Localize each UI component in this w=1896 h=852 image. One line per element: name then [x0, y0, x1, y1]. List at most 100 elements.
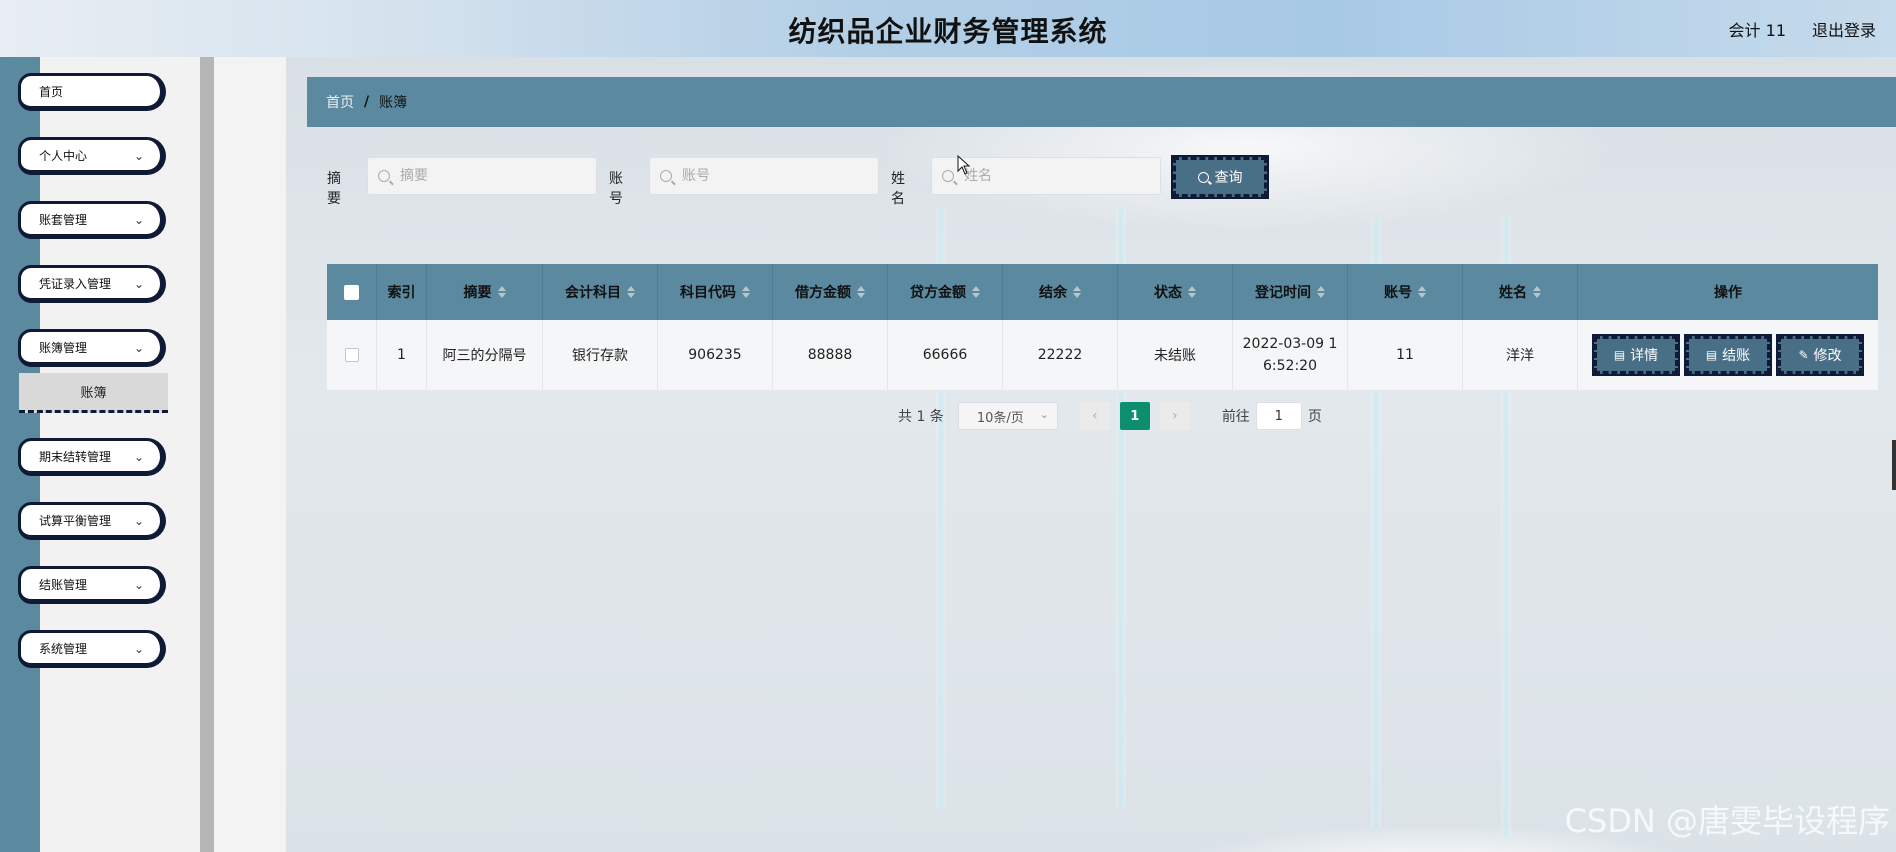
summary-input[interactable]: [398, 167, 572, 185]
column-header-credit[interactable]: 贷方金额: [888, 264, 1003, 320]
page-size-select[interactable]: 10条/页 ⌄: [957, 402, 1058, 430]
chevron-down-icon: ⌄: [133, 514, 144, 528]
sidebar-subitem-label: 账簿: [80, 386, 107, 401]
chevron-down-icon: ⌄: [133, 277, 144, 291]
sidebar-item-personal-center[interactable]: 个人中心 ⌄: [18, 137, 166, 175]
column-label: 科目代码: [680, 285, 736, 301]
cell-account: 11: [1348, 320, 1463, 390]
chevron-up-icon: ⌄: [133, 341, 144, 355]
cell-summary: 阿三的分隔号: [427, 320, 543, 390]
column-header-status[interactable]: 状态: [1118, 264, 1233, 320]
cell-time: 2022-03-09 1 6:52:20: [1233, 320, 1348, 390]
column-header-subject-code[interactable]: 科目代码: [658, 264, 773, 320]
table-row: 1 阿三的分隔号 银行存款 906235 88888 66666 22222 未…: [327, 320, 1878, 391]
sort-icon[interactable]: [1418, 286, 1426, 298]
next-page-button[interactable]: ›: [1159, 402, 1190, 430]
select-all-checkbox[interactable]: [344, 284, 359, 300]
sort-icon[interactable]: [497, 286, 506, 298]
column-header-account[interactable]: 账号: [1348, 264, 1463, 320]
goto-label: 前往: [1221, 409, 1250, 425]
cell-status: 未结账: [1118, 320, 1233, 390]
search-icon: [942, 170, 954, 182]
sidebar-subitem-ledger[interactable]: 账簿: [19, 373, 168, 413]
chevron-left-icon: ‹: [1092, 408, 1098, 424]
column-label: 会计科目: [565, 285, 621, 301]
pagination: 共 1 条 10条/页 ⌄ ‹ 1 › 前往 1 页: [898, 401, 1322, 431]
prev-page-button[interactable]: ‹: [1079, 402, 1110, 430]
table-header: 索引 摘要 会计科目 科目代码 借方金额 贷方金额 结余 状态 登记时间 账号 …: [327, 264, 1878, 320]
column-label: 账号: [1384, 285, 1412, 301]
edit-button[interactable]: ✎ 修改: [1776, 334, 1864, 376]
sidebar-item-system[interactable]: 系统管理 ⌄: [18, 630, 166, 668]
sidebar-item-period-end-transfer[interactable]: 期末结转管理 ⌄: [18, 438, 166, 476]
watermark: CSDN @唐雯毕设程序: [1564, 802, 1890, 840]
breadcrumb-home[interactable]: 首页: [326, 92, 354, 112]
sidebar-gutter: [214, 57, 286, 852]
sort-icon[interactable]: [627, 286, 635, 298]
breadcrumb: 首页 / 账簿: [307, 77, 1896, 127]
sidebar-item-label: 账套管理: [39, 212, 88, 227]
settle-button-label: 结账: [1722, 348, 1751, 364]
column-label: 索引: [387, 285, 416, 301]
chevron-down-icon: ⌄: [133, 213, 144, 227]
column-label: 操作: [1714, 285, 1742, 301]
column-label: 登记时间: [1255, 285, 1311, 301]
name-input[interactable]: [962, 167, 1136, 185]
page-number-current[interactable]: 1: [1119, 402, 1150, 430]
sidebar-item-label: 试算平衡管理: [39, 513, 112, 528]
cell-subject-code: 906235: [658, 320, 773, 390]
search-icon: [1197, 171, 1209, 183]
sidebar-item-label: 凭证录入管理: [39, 276, 112, 291]
sort-icon[interactable]: [1317, 286, 1325, 298]
sort-icon[interactable]: [972, 286, 980, 298]
account-input[interactable]: [680, 167, 854, 185]
cell-balance: 22222: [1003, 320, 1118, 390]
name-label: 姓名: [891, 171, 905, 207]
sort-icon[interactable]: [1073, 286, 1081, 298]
sort-icon[interactable]: [1533, 286, 1541, 298]
column-header-balance[interactable]: 结余: [1003, 264, 1118, 320]
sidebar-item-closing[interactable]: 结账管理 ⌄: [18, 566, 166, 604]
column-header-actions: 操作: [1578, 264, 1878, 320]
settle-button[interactable]: ▤ 结账: [1684, 334, 1772, 376]
goto-page-input[interactable]: 1: [1255, 402, 1302, 430]
sidebar-item-label: 期末结转管理: [39, 449, 112, 464]
query-button-label: 查询: [1214, 170, 1243, 186]
query-button[interactable]: 查询: [1171, 155, 1269, 199]
column-header-summary[interactable]: 摘要: [427, 264, 543, 320]
ledger-table: 索引 摘要 会计科目 科目代码 借方金额 贷方金额 结余 状态 登记时间 账号 …: [327, 264, 1878, 391]
sort-icon[interactable]: [742, 286, 750, 298]
cell-subject: 银行存款: [543, 320, 658, 390]
column-header-index: 索引: [377, 264, 427, 320]
scrollbar-edge[interactable]: [1892, 440, 1896, 490]
column-label: 摘要: [463, 285, 492, 301]
sidebar-item-voucher-entry[interactable]: 凭证录入管理 ⌄: [18, 265, 166, 303]
column-header-debit[interactable]: 借方金额: [773, 264, 888, 320]
page-size-value: 10条/页: [976, 410, 1024, 426]
row-checkbox[interactable]: [344, 348, 359, 362]
current-user: 会计 11: [1728, 21, 1786, 40]
cell-credit: 66666: [888, 320, 1003, 390]
column-header-name[interactable]: 姓名: [1463, 264, 1578, 320]
sidebar-divider: [200, 57, 214, 852]
breadcrumb-separator: /: [364, 94, 370, 110]
sidebar-item-ledger-management[interactable]: 账簿管理 ⌄: [18, 329, 166, 367]
chevron-down-icon: ⌄: [133, 642, 144, 656]
column-header-time[interactable]: 登记时间: [1233, 264, 1348, 320]
sidebar-item-label: 结账管理: [39, 577, 88, 592]
chevron-down-icon: ⌄: [133, 149, 144, 163]
chevron-right-icon: ›: [1172, 408, 1178, 424]
detail-button[interactable]: ▤ 详情: [1592, 334, 1680, 376]
column-header-subject[interactable]: 会计科目: [543, 264, 658, 320]
column-label: 贷方金额: [910, 285, 966, 301]
sidebar-item-label: 个人中心: [39, 148, 88, 163]
sort-icon[interactable]: [1188, 286, 1196, 298]
summary-label: 摘要: [327, 171, 341, 207]
sort-icon[interactable]: [857, 286, 865, 298]
sidebar-item-home[interactable]: 首页: [18, 73, 166, 111]
logout-link[interactable]: 退出登录: [1812, 17, 1876, 41]
sidebar-item-trial-balance[interactable]: 试算平衡管理 ⌄: [18, 502, 166, 540]
chevron-down-icon: ⌄: [1039, 408, 1049, 421]
sidebar-item-label: 系统管理: [39, 641, 88, 656]
sidebar-item-account-set[interactable]: 账套管理 ⌄: [18, 201, 166, 239]
